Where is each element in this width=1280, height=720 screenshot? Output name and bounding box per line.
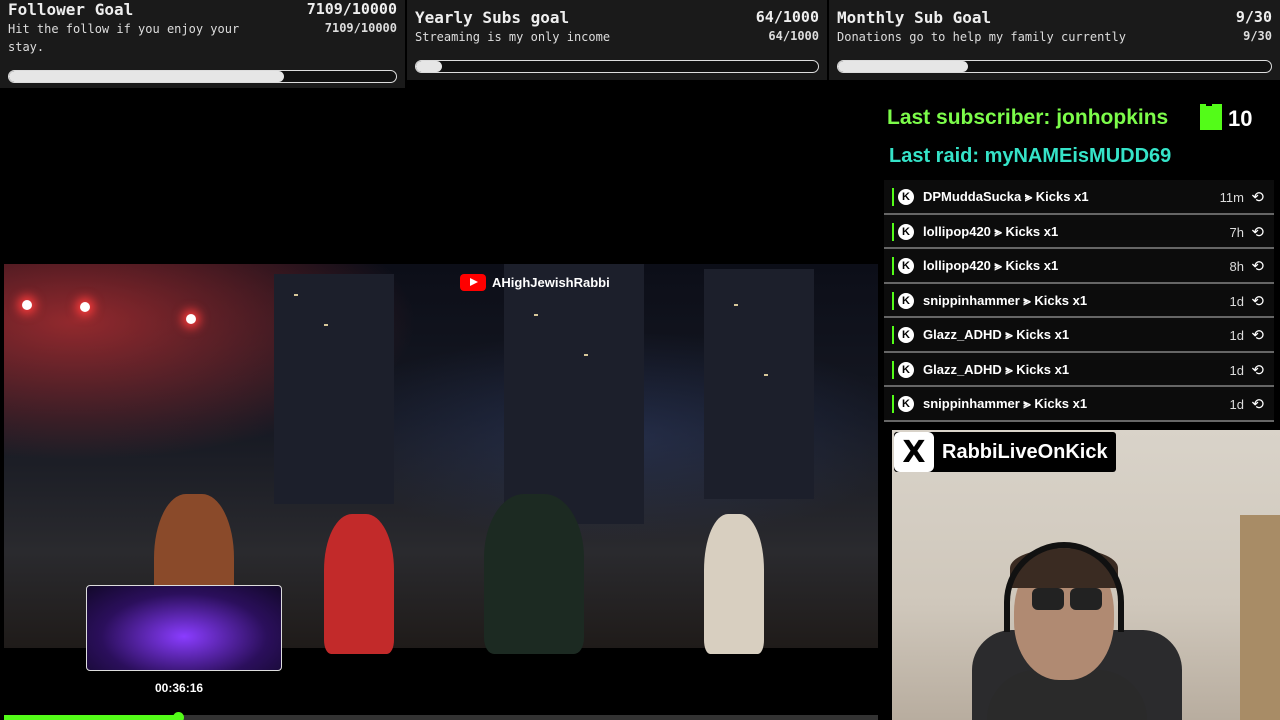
list-item: K lollipop420 ⪢ Kicks x1 8h ⟲	[884, 249, 1274, 284]
stage-light	[22, 300, 32, 310]
goal-progress-bar	[8, 70, 397, 83]
last-subscriber-label: Last subscriber: jonhopkins	[887, 106, 1169, 129]
event-marker	[892, 360, 894, 379]
main-video-player[interactable]: AHighJewishRabbi 00:36:16	[4, 176, 878, 720]
goal-count-small: 7109/10000	[324, 21, 397, 35]
goal-title: Follower Goal	[8, 0, 134, 19]
goal-count: 7109/10000	[306, 0, 397, 18]
youtube-watermark: AHighJewishRabbi	[460, 274, 610, 291]
replay-icon[interactable]: ⟲	[1251, 395, 1264, 413]
stage-light	[186, 314, 196, 324]
video-timestamp: 00:36:16	[155, 681, 204, 695]
event-text: DPMuddaSucka ⪢ Kicks x1	[923, 189, 1089, 204]
stage-light	[80, 302, 90, 312]
event-marker	[892, 188, 894, 206]
goal-title: Yearly Subs goal	[415, 8, 570, 27]
last-raid-label: Last raid: myNAMEisMUDD69	[889, 145, 1172, 167]
building-silhouette	[504, 264, 644, 524]
building-silhouette	[274, 274, 394, 504]
event-time: 11m	[1219, 190, 1244, 205]
goal-title: Monthly Sub Goal	[837, 8, 992, 27]
event-list: K DPMuddaSucka ⪢ Kicks x1 11m ⟲ K lollip…	[884, 180, 1274, 422]
window-light	[764, 374, 768, 376]
goal-progress-fill	[838, 61, 968, 72]
background-door	[1240, 515, 1280, 720]
kick-badge-icon: K	[898, 223, 914, 240]
list-item: K snippinhammer ⪢ Kicks x1 1d ⟲	[884, 387, 1274, 422]
event-marker	[892, 395, 894, 413]
window-light	[584, 354, 588, 356]
picture-in-picture-preview[interactable]	[86, 585, 282, 671]
glasses-lens	[1070, 588, 1102, 610]
replay-icon[interactable]: ⟲	[1251, 223, 1264, 241]
event-text: lollipop420 ⪢ Kicks x1	[923, 258, 1059, 273]
x-handle: RabbiLiveOnKick	[942, 440, 1108, 463]
event-time: 1d	[1229, 397, 1244, 412]
event-time: 8h	[1229, 259, 1244, 274]
kick-badge-icon: K	[898, 327, 914, 343]
glasses-lens	[1032, 588, 1064, 610]
window-light	[734, 304, 738, 306]
event-text: snippinhammer ⪢ Kicks x1	[923, 292, 1088, 308]
kick-badge-icon: K	[898, 189, 914, 205]
list-item: K Glazz_ADHD ⪢ Kicks x1 1d ⟲	[884, 318, 1274, 353]
goal-count-small: 64/1000	[768, 29, 819, 43]
video-progress-bar[interactable]	[4, 712, 878, 720]
goal-subtitle: Streaming is my only income	[415, 30, 611, 44]
replay-icon[interactable]: ⟲	[1251, 361, 1264, 379]
monthly-sub-goal-panel: Monthly Sub Goal 9/30 Donations go to he…	[829, 0, 1280, 80]
list-item: K snippinhammer ⪢ Kicks x1 1d ⟲	[884, 283, 1274, 318]
event-marker	[892, 222, 894, 241]
event-time: 1d	[1229, 328, 1244, 343]
crowd-person	[704, 514, 764, 654]
goal-subtitle: Hit the follow if you enjoy your stay.	[8, 22, 240, 54]
event-marker	[892, 326, 894, 344]
channel-handle: AHighJewishRabbi	[492, 275, 610, 290]
event-marker	[892, 291, 894, 310]
window-light	[534, 314, 538, 316]
event-time: 1d	[1229, 293, 1244, 309]
replay-icon[interactable]: ⟲	[1251, 257, 1264, 275]
x-handle-tag: X RabbiLiveOnKick	[894, 432, 1116, 472]
goal-progress-bar	[415, 60, 819, 73]
replay-icon[interactable]: ⟲	[1251, 188, 1264, 206]
kick-count: 10	[1228, 106, 1253, 131]
kick-logo-icon	[1196, 104, 1222, 130]
event-time: 1d	[1229, 362, 1244, 378]
video-progress-fill	[4, 715, 179, 720]
event-marker	[892, 257, 894, 275]
goal-count: 64/1000	[755, 8, 819, 26]
event-text: Glazz_ADHD ⪢ Kicks x1	[923, 327, 1070, 342]
list-item: K lollipop420 ⪢ Kicks x1 7h ⟲	[884, 214, 1274, 249]
event-text: lollipop420 ⪢ Kicks x1	[923, 223, 1059, 239]
event-time: 7h	[1229, 224, 1244, 240]
x-logo-icon: X	[894, 432, 934, 472]
crowd-person	[324, 514, 394, 654]
goal-progress-fill	[416, 61, 442, 72]
window-light	[324, 324, 328, 326]
goal-progress-fill	[9, 71, 284, 82]
list-item: K DPMuddaSucka ⪢ Kicks x1 11m ⟲	[884, 180, 1274, 215]
kick-badge-icon: K	[898, 396, 914, 412]
video-progress-knob[interactable]	[173, 712, 184, 720]
list-item: K Glazz_ADHD ⪢ Kicks x1 1d ⟲	[884, 352, 1274, 387]
building-silhouette	[704, 269, 814, 499]
kick-badge-icon: K	[898, 292, 914, 309]
goal-count: 9/30	[1235, 8, 1272, 26]
youtube-icon	[460, 274, 486, 291]
goal-subtitle: Donations go to help my family currently	[837, 30, 1126, 44]
goal-count-small: 9/30	[1243, 29, 1272, 43]
webcam-feed	[892, 430, 1280, 720]
kick-badge-icon: K	[898, 258, 914, 274]
event-text: snippinhammer ⪢ Kicks x1	[923, 396, 1088, 411]
replay-icon[interactable]: ⟲	[1251, 326, 1264, 344]
yearly-subs-goal-panel: Yearly Subs goal 64/1000 Streaming is my…	[407, 0, 827, 80]
goal-progress-bar	[837, 60, 1272, 73]
crowd-person	[484, 494, 584, 654]
kick-badge-icon: K	[898, 361, 914, 378]
follower-goal-panel: Follower Goal 7109/10000 Hit the follow …	[0, 0, 405, 88]
event-text: Glazz_ADHD ⪢ Kicks x1	[923, 361, 1070, 377]
window-light	[294, 294, 298, 296]
replay-icon[interactable]: ⟲	[1251, 292, 1264, 310]
